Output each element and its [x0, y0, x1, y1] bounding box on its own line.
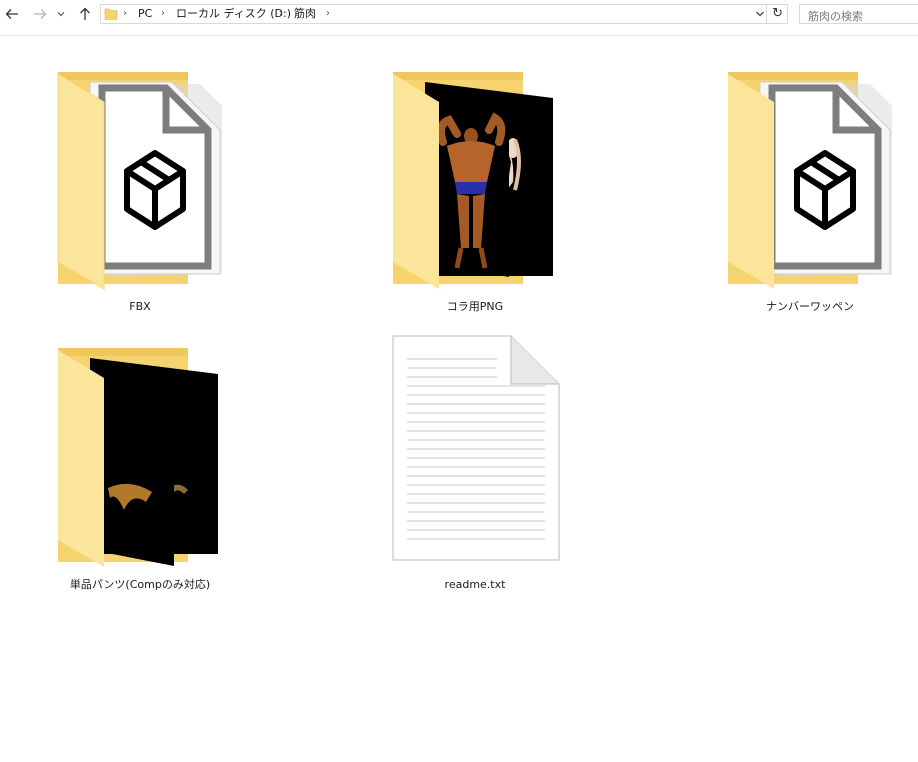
item-label: コラ用PNG [446, 300, 504, 313]
folder-item-number-patch[interactable]: ナンバーワッペン [720, 62, 900, 332]
folder-with-3d-object-icon [57, 72, 222, 290]
item-label: 単品パンツ(Compのみ対応) [69, 578, 211, 591]
back-arrow-icon [5, 9, 18, 19]
refresh-icon[interactable]: ↻ [772, 6, 783, 22]
navigation-bar: › PC › ローカル ディスク (D:) › 筋肉 › ↻ [0, 0, 918, 30]
item-label: FBX [129, 300, 151, 313]
toolbar-divider [0, 35, 918, 36]
breadcrumb-separator-icon: › [123, 8, 127, 19]
search-box[interactable] [799, 4, 918, 26]
breadcrumb-current-folder[interactable]: 筋肉 [294, 7, 316, 21]
recent-locations-button[interactable] [54, 4, 68, 24]
back-button[interactable] [2, 4, 22, 24]
item-label: readme.txt [444, 578, 506, 591]
up-arrow-icon [80, 7, 90, 20]
folder-item-collage-png[interactable]: コラ用PNG [385, 62, 565, 332]
folder-icon [104, 8, 118, 20]
address-bar[interactable]: › PC › ローカル ディスク (D:) › 筋肉 › ↻ [100, 4, 788, 24]
folder-with-images-icon [58, 348, 218, 567]
folder-item-fbx[interactable]: FBX [50, 62, 230, 332]
address-dropdown-icon[interactable] [755, 8, 765, 20]
item-label: ナンバーワッペン [766, 300, 854, 313]
text-file-icon [392, 335, 560, 561]
forward-arrow-icon [34, 9, 47, 19]
search-input[interactable] [800, 7, 918, 26]
breadcrumb-pc[interactable]: PC [138, 7, 152, 21]
up-button[interactable] [75, 4, 95, 24]
breadcrumb-separator-icon: › [326, 8, 330, 19]
folder-item-pants[interactable]: 単品パンツ(Compのみ対応) [50, 340, 230, 610]
breadcrumb-local-disk[interactable]: ローカル ディスク (D:) [176, 7, 291, 21]
chevron-down-icon [57, 12, 65, 17]
folder-with-3d-object-icon [728, 72, 892, 289]
forward-button[interactable] [30, 4, 50, 24]
breadcrumb-separator-icon: › [279, 8, 283, 19]
folder-with-images-icon [393, 72, 553, 289]
file-item-readme[interactable]: readme.txt [385, 326, 565, 596]
address-divider [766, 5, 767, 23]
breadcrumb-separator-icon: › [161, 8, 165, 19]
